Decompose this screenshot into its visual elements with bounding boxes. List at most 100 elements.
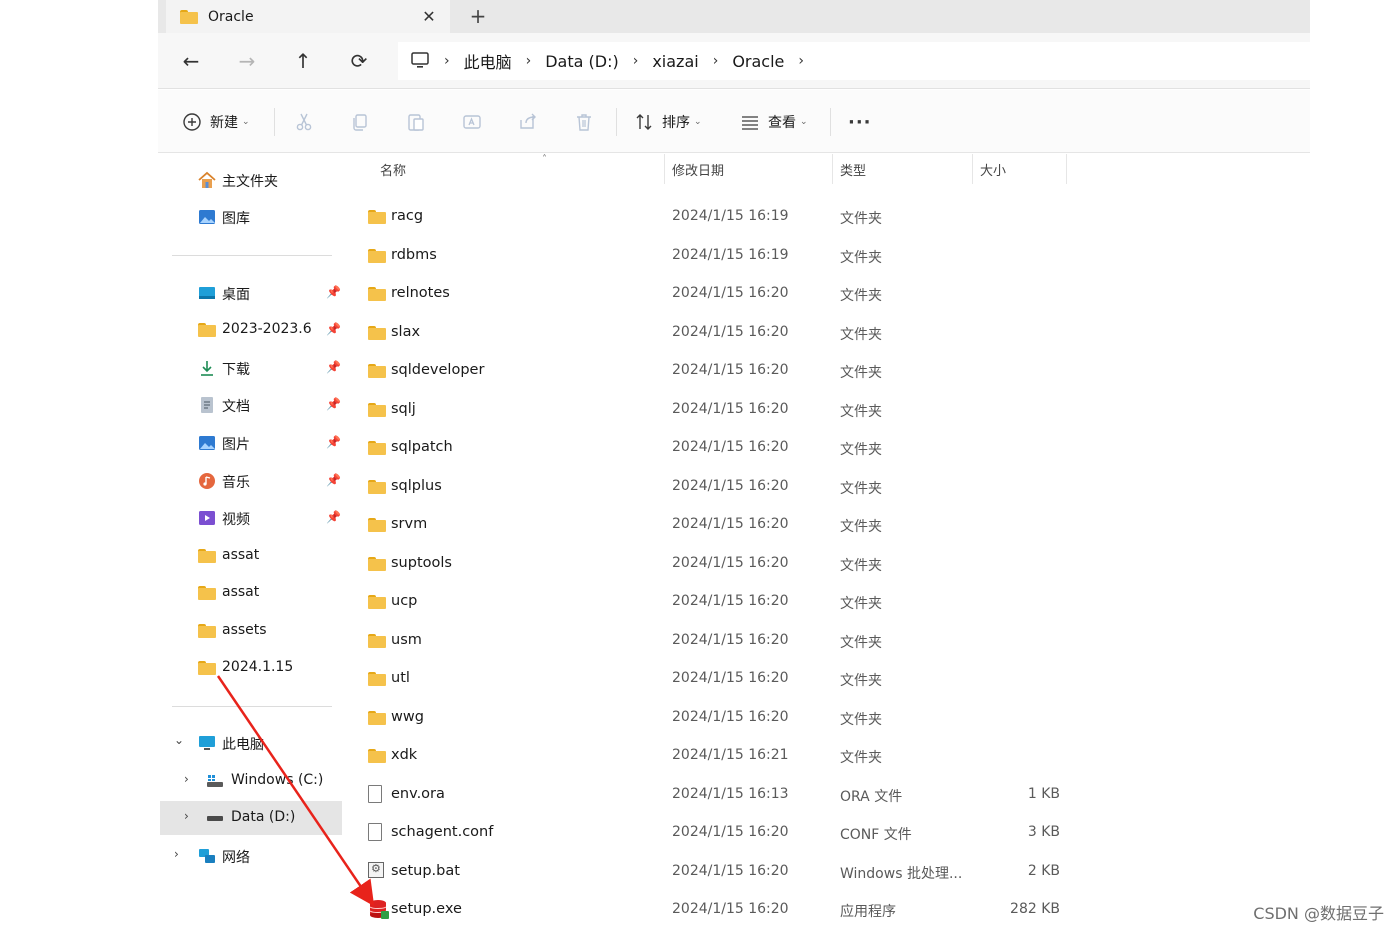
up-button[interactable]: ↑	[290, 48, 316, 74]
file-row[interactable]: sqldeveloper 2024/1/15 16:20 文件夹	[358, 351, 1078, 389]
refresh-button[interactable]: ⟳	[346, 48, 372, 74]
sidebar-item-data-d[interactable]: › Data (D:)	[160, 801, 342, 835]
sidebar-item-downloads[interactable]: 下载 📌	[160, 351, 342, 385]
folder-icon	[368, 633, 386, 648]
videos-icon	[199, 511, 215, 525]
pin-icon[interactable]: 📌	[326, 285, 341, 299]
rename-button[interactable]	[462, 110, 482, 134]
file-row[interactable]: suptools 2024/1/15 16:20 文件夹	[358, 544, 1078, 582]
file-row[interactable]: sqlplus 2024/1/15 16:20 文件夹	[358, 467, 1078, 505]
new-tab-button[interactable]: +	[466, 4, 490, 28]
sidebar-item-label: 2024.1.15	[222, 659, 294, 675]
sidebar-item-label: assat	[222, 584, 260, 600]
file-row[interactable]: sqlpatch 2024/1/15 16:20 文件夹	[358, 428, 1078, 466]
computer-icon[interactable]	[410, 52, 430, 70]
file-row[interactable]: setup.exe 2024/1/15 16:20 应用程序 282 KB	[358, 890, 1078, 928]
column-header-date[interactable]: 修改日期	[664, 154, 832, 184]
cut-button[interactable]	[294, 110, 314, 134]
column-header-name[interactable]: 名称 ˄	[372, 154, 662, 184]
file-row[interactable]: slax 2024/1/15 16:20 文件夹	[358, 313, 1078, 351]
pin-icon[interactable]: 📌	[326, 322, 341, 336]
breadcrumb[interactable]: › 此电脑 › Data (D:) › xiazai › Oracle ›	[398, 42, 1310, 80]
file-row[interactable]: ucp 2024/1/15 16:20 文件夹	[358, 582, 1078, 620]
file-row[interactable]: xdk 2024/1/15 16:21 文件夹	[358, 736, 1078, 774]
breadcrumb-this-pc[interactable]: 此电脑	[464, 49, 512, 73]
delete-button[interactable]	[574, 110, 594, 134]
sidebar-item-pictures[interactable]: 图片 📌	[160, 426, 342, 460]
folder-icon	[180, 9, 198, 24]
file-row[interactable]: srvm 2024/1/15 16:20 文件夹	[358, 505, 1078, 543]
sidebar-item-assets[interactable]: assets	[160, 614, 342, 648]
file-row[interactable]: racg 2024/1/15 16:19 文件夹	[358, 197, 1078, 235]
share-button[interactable]	[518, 110, 538, 134]
file-name: schagent.conf	[391, 824, 494, 840]
sidebar-item-label: assat	[222, 547, 260, 563]
column-header-type[interactable]: 类型	[832, 154, 972, 184]
file-row[interactable]: usm 2024/1/15 16:20 文件夹	[358, 621, 1078, 659]
file-row[interactable]: wwg 2024/1/15 16:20 文件夹	[358, 698, 1078, 736]
sidebar-item-assat-2[interactable]: assat	[160, 576, 342, 610]
sidebar-item-this-pc[interactable]: ⌄ 此电脑	[160, 726, 342, 760]
pin-icon[interactable]: 📌	[326, 397, 341, 411]
file-row[interactable]: schagent.conf 2024/1/15 16:20 CONF 文件 3 KB	[358, 813, 1078, 851]
breadcrumb-xiazai[interactable]: xiazai	[652, 52, 698, 71]
file-name: setup.exe	[391, 901, 462, 917]
breadcrumb-separator[interactable]: ›	[444, 53, 450, 69]
breadcrumb-oracle[interactable]: Oracle	[732, 52, 784, 71]
sidebar-item-desktop[interactable]: 桌面 📌	[160, 276, 342, 310]
file-row[interactable]: relnotes 2024/1/15 16:20 文件夹	[358, 274, 1078, 312]
sidebar-item-assat[interactable]: assat	[160, 539, 342, 573]
chevron-down-icon[interactable]: ⌄	[174, 733, 184, 747]
file-row[interactable]: utl 2024/1/15 16:20 文件夹	[358, 659, 1078, 697]
column-resize-handle[interactable]	[1066, 154, 1067, 184]
pin-icon[interactable]: 📌	[326, 435, 341, 449]
file-row[interactable]: sqlj 2024/1/15 16:20 文件夹	[358, 390, 1078, 428]
file-list: 名称 ˄ 修改日期 类型 大小 racg 2024/1/15 16:19 文件夹 rd…	[344, 154, 1310, 932]
breadcrumb-data-d[interactable]: Data (D:)	[545, 52, 618, 71]
file-type: 文件夹	[840, 634, 882, 651]
sidebar-item-2024-1-15[interactable]: 2024.1.15	[160, 651, 342, 685]
chevron-right-icon[interactable]: ›	[184, 809, 189, 823]
paste-button[interactable]	[406, 110, 426, 134]
chevron-right-icon[interactable]: ›	[174, 847, 179, 861]
file-type: 文件夹	[840, 365, 882, 381]
breadcrumb-separator[interactable]: ›	[633, 53, 639, 69]
file-type: 文件夹	[840, 673, 882, 689]
forward-button[interactable]: →	[234, 48, 260, 74]
back-button[interactable]: ←	[178, 48, 204, 74]
sidebar-item-documents[interactable]: 文档 📌	[160, 388, 342, 422]
tab-strip: Oracle ✕ +	[158, 0, 1310, 33]
sidebar-item-windows-c[interactable]: › Windows (C:)	[160, 764, 342, 798]
breadcrumb-separator[interactable]: ›	[798, 53, 804, 69]
more-options-button[interactable]: ···	[848, 110, 872, 134]
sidebar-item-videos[interactable]: 视频 📌	[160, 501, 342, 535]
divider	[274, 108, 275, 136]
file-type: ORA 文件	[840, 788, 903, 805]
sidebar-item-folder-2023[interactable]: 2023-2023.6 📌	[160, 313, 342, 347]
sidebar-item-music[interactable]: 音乐 📌	[160, 464, 342, 498]
sidebar-item-gallery[interactable]: 图库	[160, 200, 342, 234]
breadcrumb-separator[interactable]: ›	[713, 53, 719, 69]
breadcrumb-separator[interactable]: ›	[526, 53, 532, 69]
file-date: 2024/1/15 16:20	[672, 400, 789, 417]
sidebar-item-label: 主文件夹	[222, 174, 278, 190]
tab-oracle[interactable]: Oracle ✕	[166, 0, 450, 33]
chevron-right-icon[interactable]: ›	[184, 772, 189, 786]
file-date: 2024/1/15 16:20	[672, 593, 789, 609]
file-name: relnotes	[391, 285, 450, 301]
file-row[interactable]: setup.bat 2024/1/15 16:20 Windows 批处理... 2 …	[358, 852, 1078, 890]
new-button[interactable]: 新建 ⌄	[182, 110, 250, 134]
file-date: 2024/1/15 16:20	[672, 708, 789, 725]
sidebar-item-network[interactable]: › 网络	[160, 839, 342, 873]
file-row[interactable]: rdbms 2024/1/15 16:19 文件夹	[358, 236, 1078, 274]
column-header-size[interactable]: 大小	[972, 154, 1066, 184]
sort-button[interactable]: 排序 ⌄	[634, 110, 702, 134]
close-tab-icon[interactable]: ✕	[418, 5, 440, 27]
pin-icon[interactable]: 📌	[326, 510, 341, 524]
pin-icon[interactable]: 📌	[326, 360, 341, 374]
file-row[interactable]: env.ora 2024/1/15 16:13 ORA 文件 1 KB	[358, 775, 1078, 813]
view-button[interactable]: 查看 ⌄	[740, 110, 808, 134]
copy-button[interactable]	[350, 110, 370, 134]
sidebar-item-home[interactable]: 主文件夹	[160, 163, 342, 197]
pin-icon[interactable]: 📌	[326, 473, 341, 487]
